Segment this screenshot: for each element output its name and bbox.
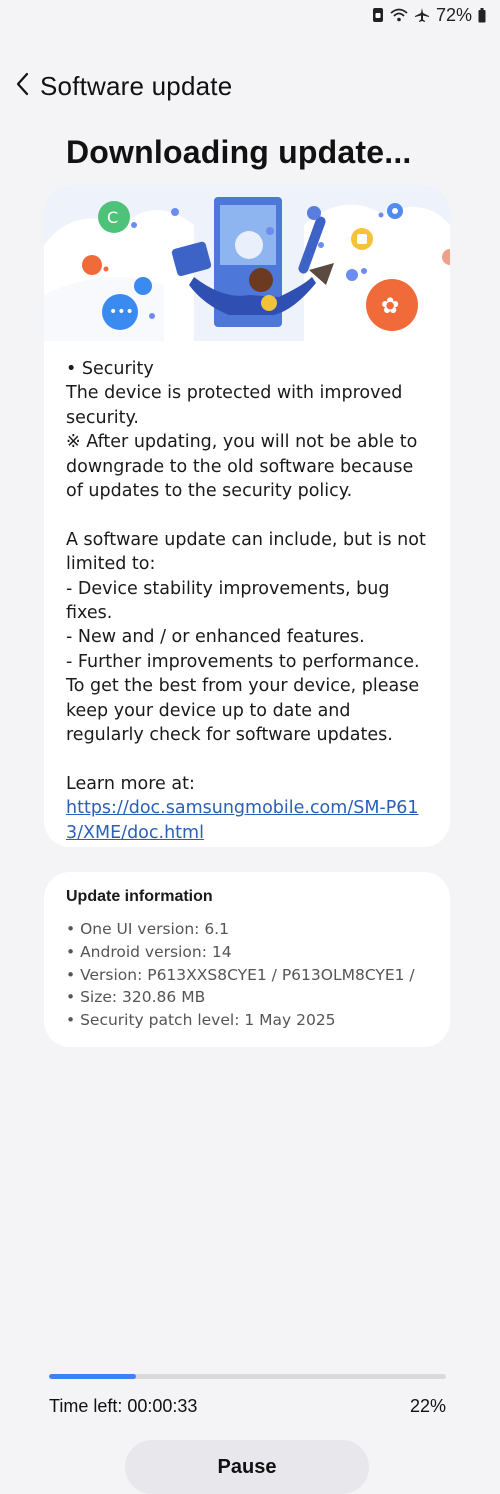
time-left-label: Time left: 00:00:33 (49, 1396, 198, 1416)
svg-text:C: C (107, 208, 118, 227)
battery-icon (478, 7, 486, 23)
list-item: • Size: 320.86 MB (66, 988, 206, 1007)
header-title: Software update (40, 70, 233, 101)
update-illustration: C ••• ✿ (44, 185, 450, 341)
progress-percent: 22% (409, 1396, 446, 1416)
list-item: • Android version: 14 (66, 942, 232, 961)
svg-text:•••: ••• (109, 304, 134, 320)
pause-button[interactable]: Pause (125, 1440, 369, 1494)
app-header: Software update (0, 62, 500, 110)
release-notes-card: C ••• ✿ • Security The device is protect… (44, 185, 450, 847)
list-item: - Further improvements to performance. (66, 651, 420, 672)
battery-percentage: 72% (435, 4, 472, 25)
release-notes: • Security The device is protected with … (66, 357, 426, 845)
back-button[interactable] (2, 66, 42, 106)
status-bar: 72% (0, 0, 500, 30)
security-body: The device is protected with improved se… (66, 383, 403, 428)
list-item: - New and / or enhanced features. (66, 627, 365, 648)
security-note: ※ After updating, you will not be able t… (66, 432, 418, 502)
learn-more-label: Learn more at: (66, 773, 195, 794)
chevron-left-icon (15, 72, 29, 101)
svg-text:✿: ✿ (381, 294, 399, 319)
download-progress-bar (49, 1374, 446, 1379)
page-title: Downloading update... (66, 134, 412, 170)
wifi-icon (390, 8, 408, 22)
release-notes-link[interactable]: https://doc.samsungmobile.com/SM-P613/XM… (66, 798, 419, 842)
update-information-list: • One UI version: 6.1 • Android version:… (66, 918, 434, 1032)
update-information-title: Update information (66, 888, 213, 905)
list-item: • One UI version: 6.1 (66, 920, 229, 938)
airplane-mode-icon (414, 7, 430, 23)
notes-intro: A software update can include, but is no… (66, 529, 426, 575)
security-heading: • Security (66, 359, 154, 379)
phone-lock-icon (372, 7, 384, 23)
list-item: • Security patch level: 1 May 2025 (66, 1011, 336, 1030)
download-progress-fill (49, 1374, 137, 1379)
update-information-card: Update information • One UI version: 6.1… (44, 872, 450, 1047)
notes-advice: To get the best from your device, please… (66, 676, 420, 746)
list-item: - Device stability improvements, bug fix… (66, 578, 390, 624)
list-item: • Version: P613XXS8CYE1 / P613OLM8CYE1 / (66, 965, 415, 984)
